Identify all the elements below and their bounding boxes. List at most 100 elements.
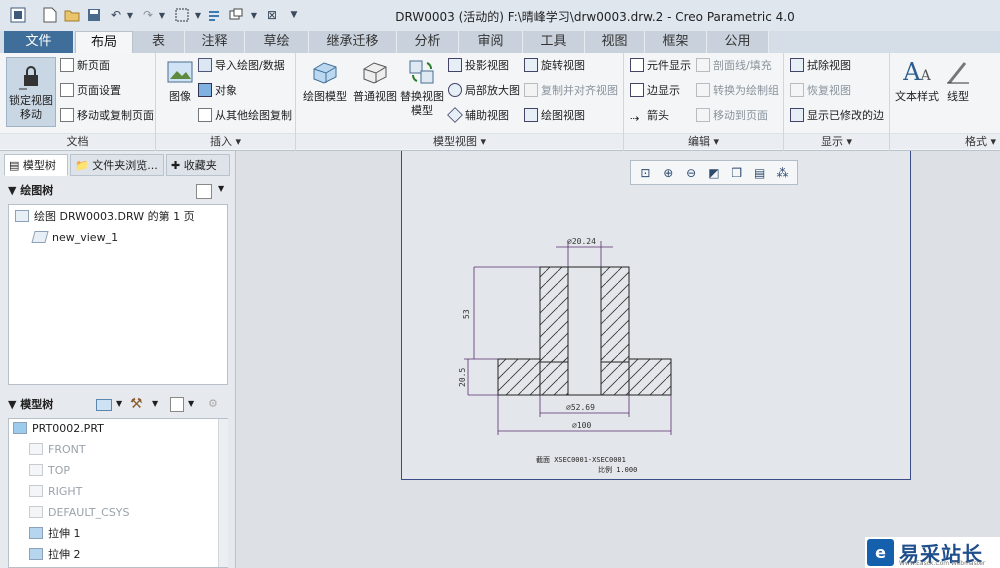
drawing-tree-header[interactable]: ▼ 绘图树 (8, 180, 53, 202)
projection-label: 投影视图 (465, 59, 509, 72)
copy-from-drawing-button[interactable]: 从其他绘图复制 (198, 107, 292, 125)
zoom-in-icon[interactable]: ⊕ (660, 165, 676, 181)
sheet-icon (15, 210, 29, 222)
model-tree-scrollbar[interactable] (218, 419, 228, 567)
hatch-icon (696, 58, 710, 72)
tab-layout[interactable]: 布局 (75, 31, 133, 54)
tab-table[interactable]: 表 (133, 31, 185, 53)
drawing-view-button[interactable]: 绘图视图 (524, 107, 585, 125)
normal-view-button[interactable]: 普通视图 (350, 57, 400, 104)
move-to-page-button[interactable]: 移动到页面 (696, 107, 768, 125)
object-button[interactable]: 对象 (198, 82, 237, 100)
dim-height[interactable]: 53 (462, 309, 471, 319)
dim-flange[interactable]: 20.5 (458, 368, 467, 387)
graphics-area[interactable]: ⌀20.24 53 20.5 ⌀52.69 ⌀100 截面 XSEC0001-X… (237, 151, 1000, 568)
auxiliary-view-button[interactable]: 辅助视图 (447, 107, 509, 125)
text-style-button[interactable]: AA 文本样式 (892, 57, 942, 104)
drawing-tree-settings-icon[interactable] (196, 184, 212, 199)
drawing-sheet[interactable]: ⌀20.24 53 20.5 ⌀52.69 ⌀100 截面 XSEC0001-X… (401, 151, 911, 480)
section-name-label[interactable]: 截面 XSEC0001-XSEC0001 (536, 455, 626, 464)
dim-mid-diameter[interactable]: ⌀52.69 (566, 403, 595, 412)
zoom-out-icon[interactable]: ⊖ (683, 165, 699, 181)
model-tree-tools-icon[interactable]: ⚒ (130, 396, 143, 412)
display-style-icon[interactable]: ❒ (729, 165, 745, 181)
restore-view-button[interactable]: 恢复视图 (790, 82, 851, 100)
tree-item-view[interactable]: new_view_1 (31, 229, 118, 247)
tab-frame[interactable]: 框架 (645, 31, 707, 53)
line-style-button[interactable]: 线型 (940, 57, 976, 104)
show-modified-edges-button[interactable]: 显示已修改的边 (790, 107, 884, 125)
tree-item-top-plane[interactable]: TOP (29, 462, 70, 480)
repaint-icon[interactable]: ◩ (706, 165, 722, 181)
model-tree-header[interactable]: ▼ 模型树 (8, 394, 53, 416)
normal-view-label: 普通视图 (353, 90, 397, 103)
hatch-fill-button[interactable]: 剖面线/填充 (696, 57, 772, 75)
tree-item-extrude-1[interactable]: 拉伸 1 (29, 525, 81, 543)
page-setup-button[interactable]: 页面设置 (60, 82, 121, 100)
component-display-button[interactable]: 元件显示 (630, 57, 691, 75)
datum-display-icon[interactable]: ⁂ (774, 165, 790, 181)
model-tree-filter-icon[interactable]: ⚙ (208, 397, 224, 412)
arrow-button[interactable]: ⇢ 箭头 (630, 107, 669, 125)
tab-view[interactable]: 视图 (585, 31, 645, 53)
move-copy-page-button[interactable]: 移动或复制页面 (60, 107, 154, 125)
tab-annotate[interactable]: 注释 (185, 31, 245, 53)
tree-item-part[interactable]: PRT0002.PRT (13, 420, 104, 438)
import-drawing-button[interactable]: 导入绘图/数据 (198, 57, 285, 75)
graphics-toolbar: ⊡ ⊕ ⊖ ◩ ❒ ▤ ⁂ (630, 160, 798, 185)
tree-item-extrude-2[interactable]: 拉伸 2 (29, 546, 81, 564)
model-tree-display-dropdown-icon[interactable]: ▼ (116, 399, 122, 408)
group-format-label[interactable]: 格式 ▾ (890, 133, 1000, 149)
tree-item-sheet[interactable]: 绘图 DRW0003.DRW 的第 1 页 (15, 208, 195, 226)
revolved-view-button[interactable]: 旋转视图 (524, 57, 585, 75)
drawing-tree-dropdown-icon[interactable]: ▼ (218, 184, 224, 193)
tree-item-right-plane[interactable]: RIGHT (29, 483, 82, 501)
tab-model-tree[interactable]: ▤ 模型树 (4, 154, 68, 176)
model-tree-settings-icon[interactable] (170, 397, 184, 412)
erase-view-button[interactable]: 拭除视图 (790, 57, 851, 75)
section-view[interactable]: ⌀20.24 53 20.5 ⌀52.69 ⌀100 截面 XSEC0001-X… (402, 151, 912, 480)
replace-view-model-button[interactable]: 替换视图 模型 (398, 57, 446, 118)
model-tree-display-icon[interactable] (96, 399, 112, 411)
tab-sketch[interactable]: 草绘 (245, 31, 309, 53)
group-display-label[interactable]: 显示 ▾ (784, 133, 889, 149)
copy-align-view-button[interactable]: 复制并对齐视图 (524, 82, 618, 100)
sheet-display-icon[interactable]: ▤ (752, 165, 768, 181)
group-edit-label[interactable]: 编辑 ▾ (624, 133, 783, 149)
tab-favorites[interactable]: ✚ 收藏夹 (166, 154, 230, 176)
lock-view-move-button[interactable]: 锁定视图 移动 (6, 57, 56, 122)
revolved-icon (524, 58, 538, 72)
tree-item-front-plane[interactable]: FRONT (29, 441, 86, 459)
refit-icon[interactable]: ⊡ (637, 165, 653, 181)
tab-review[interactable]: 审阅 (459, 31, 523, 53)
dim-top-diameter[interactable]: ⌀20.24 (567, 237, 596, 246)
general-view-button[interactable]: 绘图模型 (300, 57, 350, 104)
group-model-views-label[interactable]: 模型视图 ▾ (296, 133, 623, 149)
group-edit: 元件显示 边显示 ⇢ 箭头 剖面线/填充 转换为绘制组 移动到页面 编辑 ▾ (624, 53, 784, 151)
lock-view-label: 锁定视图 移动 (9, 94, 53, 121)
group-insert-label[interactable]: 插入 ▾ (156, 133, 295, 149)
move-to-page-label: 移动到页面 (713, 109, 768, 122)
tab-common[interactable]: 公用 (707, 31, 769, 53)
dim-outer-diameter[interactable]: ⌀100 (572, 421, 591, 430)
detail-view-button[interactable]: 局部放大图 (448, 82, 520, 100)
tab-folder-browser[interactable]: 📁 文件夹浏览... (70, 154, 164, 176)
tree-item-default-csys[interactable]: DEFAULT_CSYS (29, 504, 130, 522)
show-modified-label: 显示已修改的边 (807, 109, 884, 122)
model-tree-tools-dropdown-icon[interactable]: ▼ (152, 399, 158, 408)
tab-file[interactable]: 文件 (4, 31, 74, 53)
tab-tools[interactable]: 工具 (523, 31, 585, 53)
convert-group-button[interactable]: 转换为绘制组 (696, 82, 779, 100)
new-page-button[interactable]: 新页面 (60, 57, 110, 75)
hatch-label: 剖面线/填充 (713, 59, 772, 72)
tab-legacy-migration[interactable]: 继承迁移 (309, 31, 397, 53)
model-tree-settings-dropdown-icon[interactable]: ▼ (188, 399, 194, 408)
scale-label[interactable]: 比例 1.000 (598, 465, 637, 474)
csys-icon (29, 506, 43, 518)
edge-display-button[interactable]: 边显示 (630, 82, 680, 100)
extrude-icon (29, 527, 43, 539)
move-copy-page-label: 移动或复制页面 (77, 109, 154, 122)
projection-view-button[interactable]: 投影视图 (448, 57, 509, 75)
image-button[interactable]: 图像 (160, 57, 200, 104)
tab-analysis[interactable]: 分析 (397, 31, 459, 53)
